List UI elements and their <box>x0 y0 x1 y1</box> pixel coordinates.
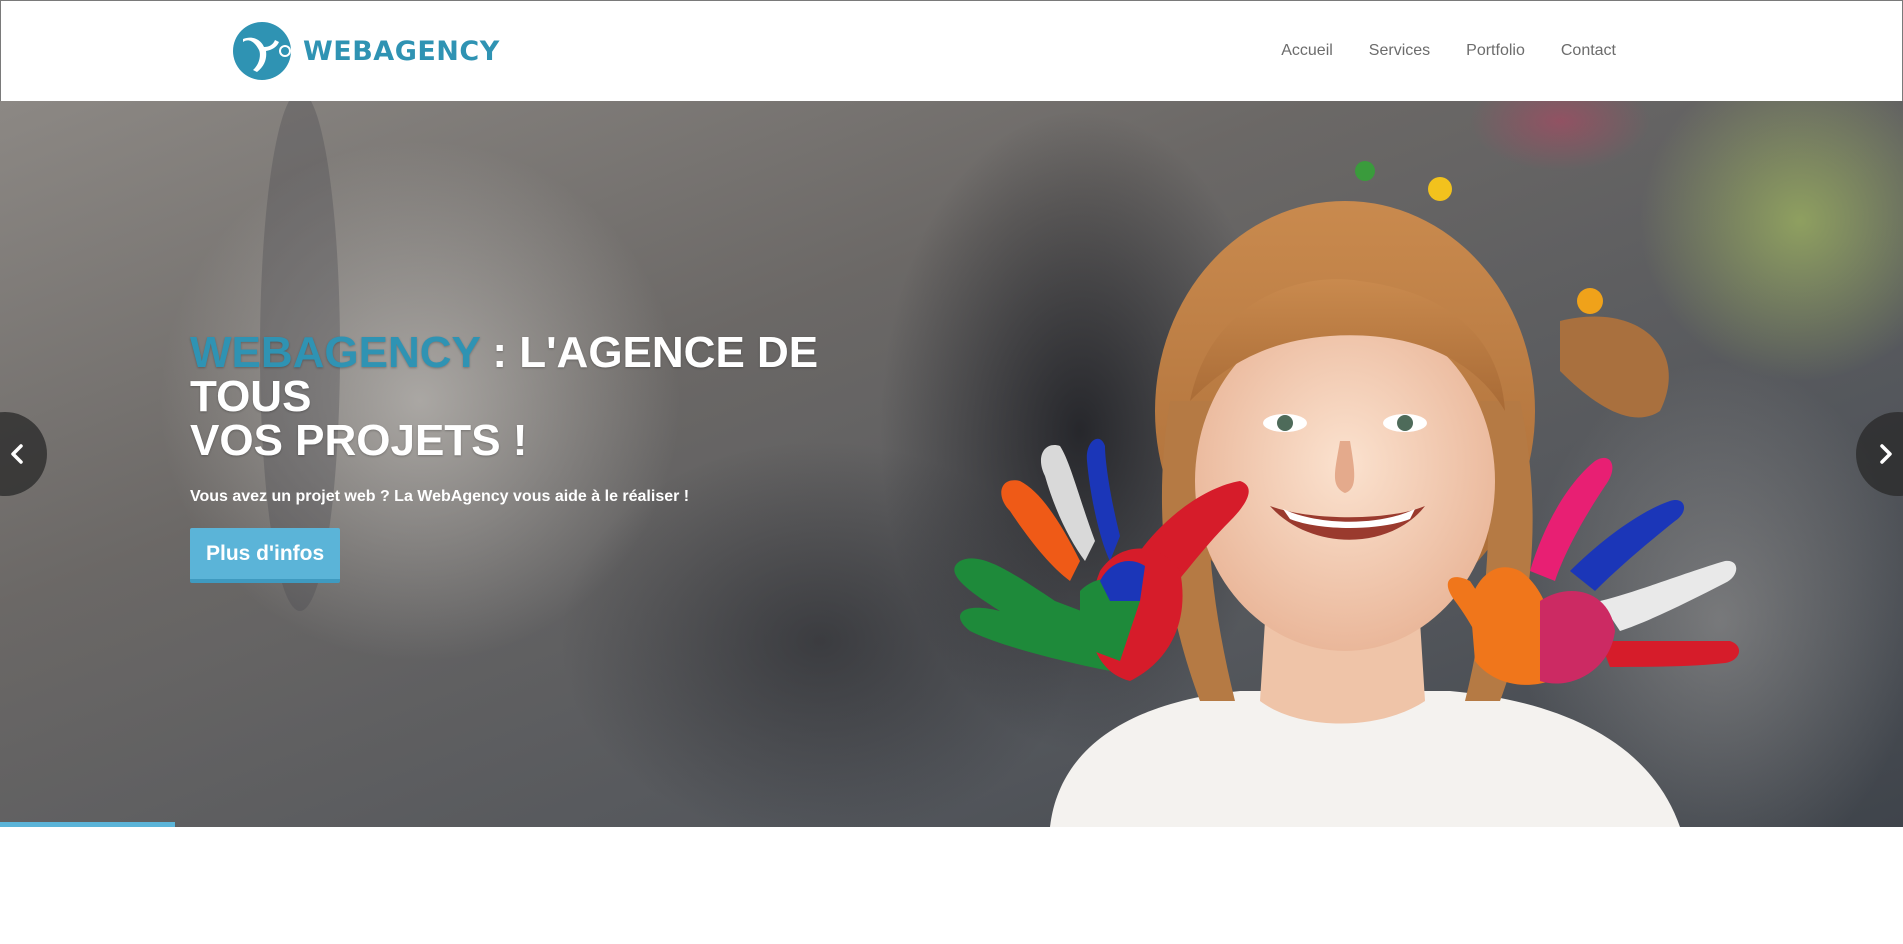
logo-text: WEBAGENCY <box>303 35 500 67</box>
nav-item-services[interactable]: Services <box>1369 39 1430 63</box>
hero-slider: WEBAGENCY : L'AGENCE DE TOUS VOS PROJETS … <box>0 101 1903 827</box>
nav-item-portfolio[interactable]: Portfolio <box>1466 39 1525 63</box>
hero-subtitle: Vous avez un projet web ? La WebAgency v… <box>190 488 690 505</box>
chevron-left-icon <box>11 444 23 464</box>
hero-caption: WEBAGENCY : L'AGENCE DE TOUS VOS PROJETS … <box>190 331 950 583</box>
hero-title-line2: VOS PROJETS ! <box>190 416 528 465</box>
nav-item-contact[interactable]: Contact <box>1561 39 1616 63</box>
site-header: WEBAGENCY Accueil Services Portfolio Con… <box>0 0 1903 101</box>
logo-link[interactable]: WEBAGENCY <box>233 20 500 82</box>
logo-icon <box>233 22 291 80</box>
more-info-button[interactable]: Plus d'infos <box>190 528 341 583</box>
main-nav: Accueil Services Portfolio Contact <box>1245 39 1616 63</box>
chevron-right-icon <box>1880 444 1892 464</box>
hero-title: WEBAGENCY : L'AGENCE DE TOUS VOS PROJETS … <box>190 331 950 463</box>
nav-item-accueil[interactable]: Accueil <box>1281 39 1333 63</box>
hero-title-brand: WEBAGENCY <box>190 328 481 377</box>
page-content-area <box>0 827 1903 944</box>
